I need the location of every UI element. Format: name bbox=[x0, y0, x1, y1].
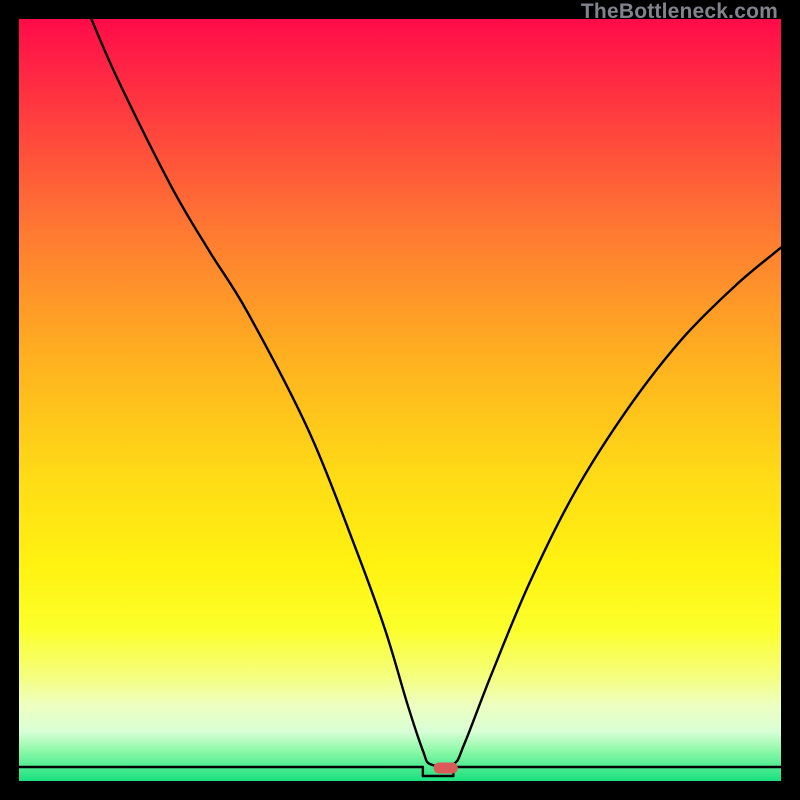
bottleneck-chart bbox=[19, 19, 781, 781]
optimal-marker bbox=[434, 763, 458, 774]
gradient-background bbox=[19, 19, 781, 781]
watermark-text: TheBottleneck.com bbox=[581, 0, 778, 24]
chart-frame bbox=[19, 19, 781, 781]
